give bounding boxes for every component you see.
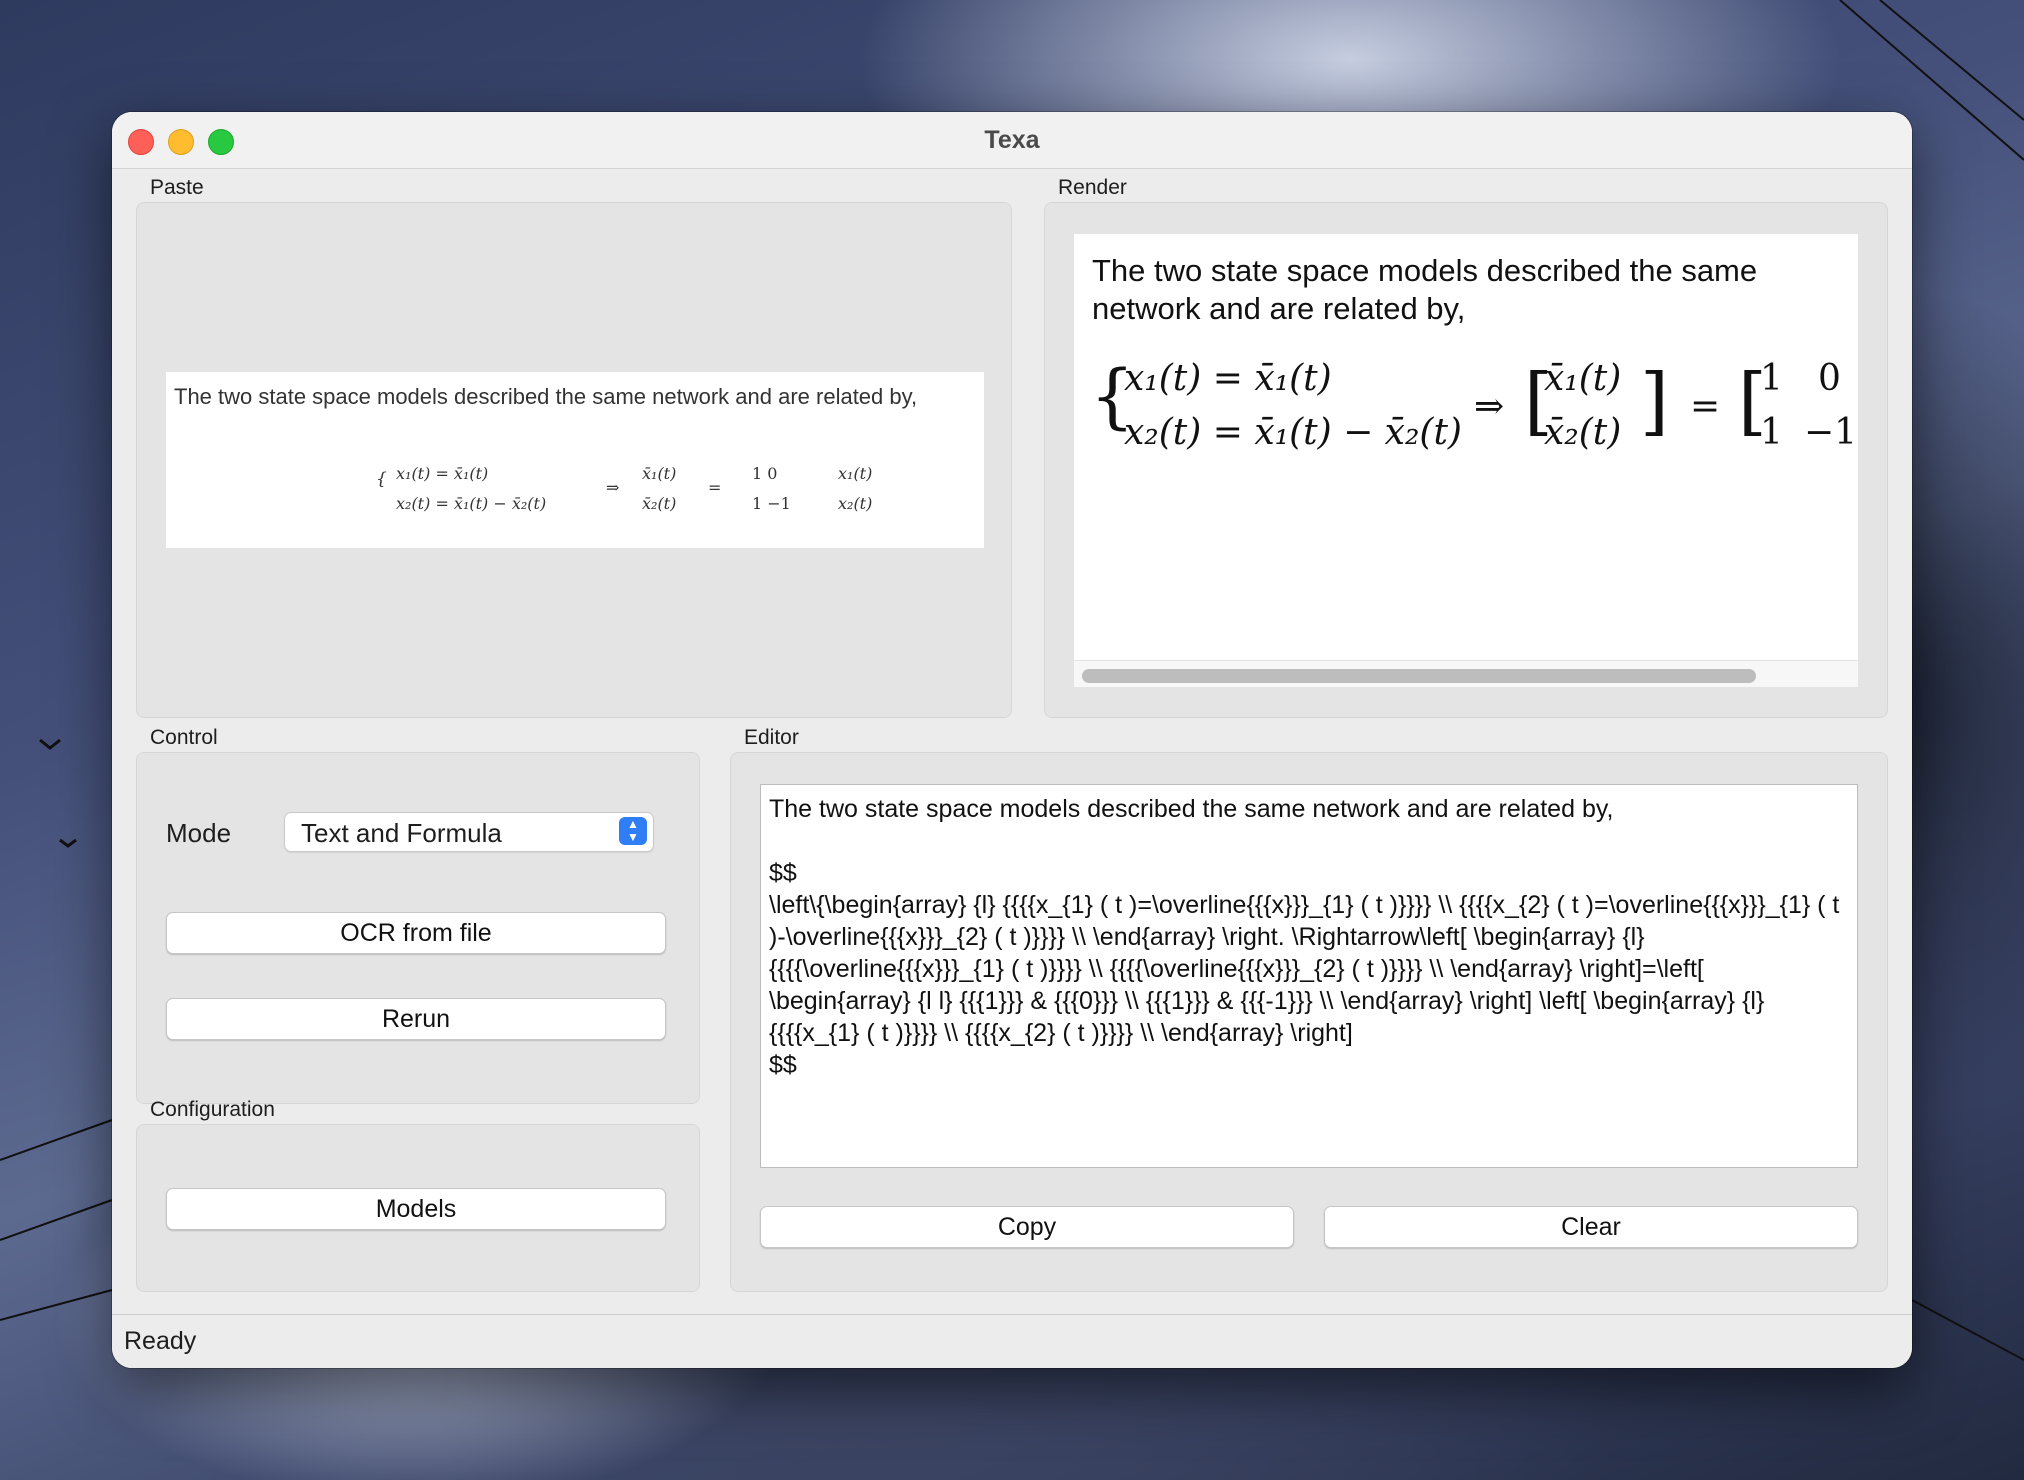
- render-matrix-11: 1: [1760, 358, 1783, 399]
- pasted-image: The two state space models described the…: [166, 372, 984, 548]
- pasted-image-vector-c1: x₁(t): [838, 464, 873, 483]
- latex-editor-content: The two state space models described the…: [769, 795, 1840, 1079]
- pasted-image-equals: =: [708, 478, 722, 497]
- pasted-image-vector-a2: x̄₂(t): [642, 494, 677, 513]
- editor-group-label: Editor: [744, 726, 799, 749]
- status-text: Ready: [124, 1327, 197, 1355]
- rerun-button[interactable]: Rerun: [166, 998, 666, 1040]
- ocr-from-file-button[interactable]: OCR from file: [166, 912, 666, 954]
- render-bracket-right-1: ]: [1640, 358, 1669, 444]
- control-group-label: Control: [150, 726, 218, 749]
- scrollbar-thumb[interactable]: [1082, 669, 1756, 683]
- render-text: The two state space models described the…: [1092, 253, 1758, 326]
- render-vector-row2: x̄₂(t): [1544, 412, 1622, 453]
- pasted-image-vector-a1: x̄₁(t): [642, 464, 677, 483]
- app-window: Texa Paste The two state space models de…: [112, 112, 1912, 1368]
- render-group-label: Render: [1058, 176, 1127, 199]
- mode-label: Mode: [166, 818, 232, 848]
- pasted-image-math-line2: x₂(t) = x̄₁(t) − x̄₂(t): [396, 494, 547, 513]
- render-matrix-21: 1: [1760, 412, 1783, 453]
- chevron-up-down-icon: ▲ ▼: [619, 817, 647, 845]
- render-horizontal-scrollbar[interactable]: [1074, 660, 1858, 687]
- render-matrix-12: 0: [1818, 358, 1841, 399]
- pasted-image-matrix-row1: 1 0: [752, 464, 778, 483]
- pasted-image-text: The two state space models described the…: [174, 384, 918, 409]
- render-equals: =: [1690, 386, 1721, 427]
- mode-select-value: Text and Formula: [301, 818, 502, 848]
- pasted-image-matrix-row2: 1 −1: [752, 494, 791, 513]
- pasted-image-math-line1: x₁(t) = x̄₁(t): [396, 464, 489, 483]
- mode-select[interactable]: Text and Formula ▲ ▼: [284, 812, 654, 852]
- render-math-line1: x₁(t) = x̄₁(t): [1124, 358, 1332, 399]
- pasted-image-vector-c2: x₂(t): [838, 494, 873, 513]
- pasted-image-brace: {: [376, 469, 387, 489]
- render-math-line2: x₂(t) = x̄₁(t) − x̄₂(t): [1124, 412, 1462, 453]
- render-vector-row1: x̄₁(t): [1544, 358, 1622, 399]
- render-view[interactable]: The two state space models described the…: [1074, 234, 1858, 682]
- window-title: Texa: [984, 126, 1040, 154]
- models-button[interactable]: Models: [166, 1188, 666, 1230]
- status-bar: Ready: [112, 1314, 1912, 1368]
- render-matrix-22: −1: [1804, 412, 1858, 453]
- paste-group-label: Paste: [150, 176, 204, 199]
- clear-button[interactable]: Clear: [1324, 1206, 1858, 1248]
- configuration-group-label: Configuration: [150, 1098, 275, 1121]
- title-bar: Texa: [112, 112, 1912, 169]
- render-arrow: ⇒: [1474, 386, 1505, 427]
- latex-editor[interactable]: The two state space models described the…: [760, 784, 1858, 1168]
- pasted-image-arrow: ⇒: [606, 478, 620, 497]
- copy-button[interactable]: Copy: [760, 1206, 1294, 1248]
